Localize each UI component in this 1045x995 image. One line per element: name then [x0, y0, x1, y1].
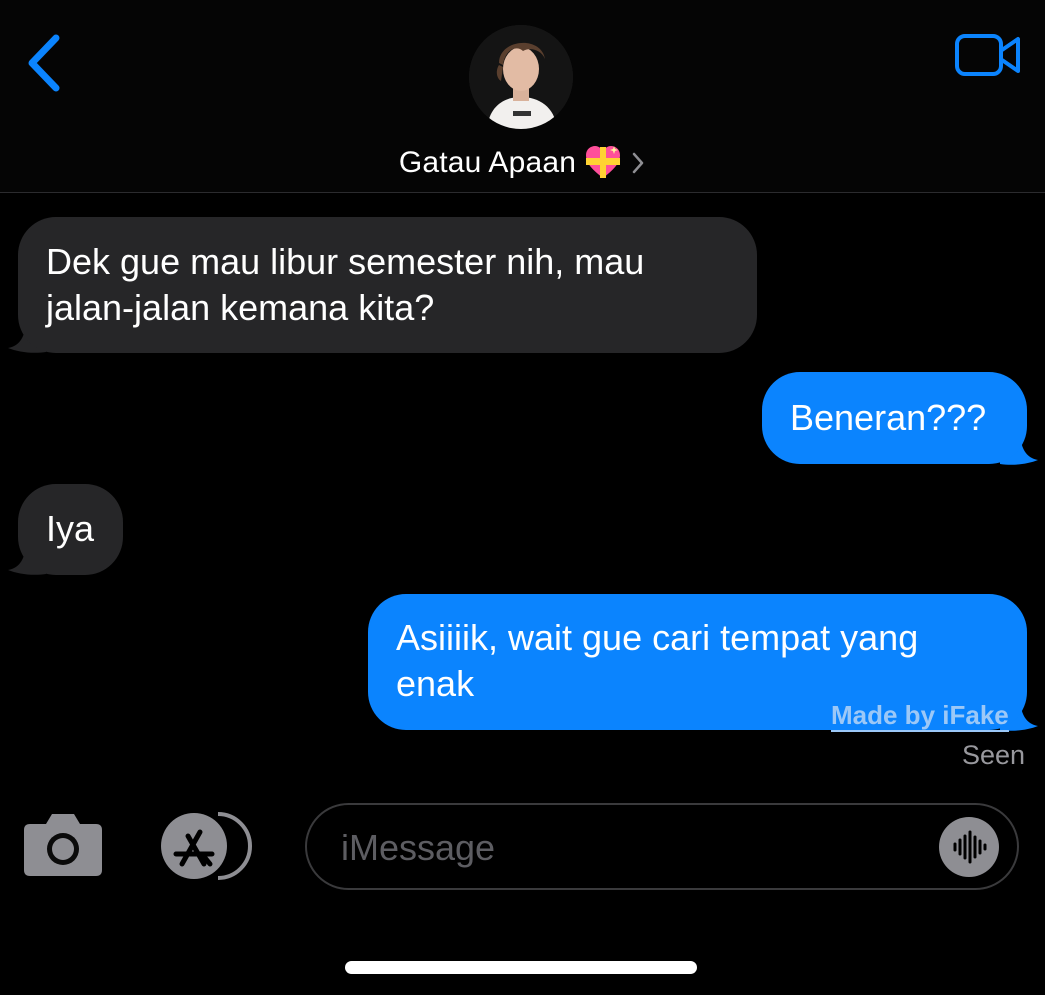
contact-info-row[interactable]: Gatau Apaan — [0, 140, 1045, 186]
chevron-right-icon — [630, 149, 646, 177]
message-text-line: Dek gue mau libur semester nih, mau — [46, 241, 645, 282]
message-text-line: Asiiiik, wait gue cari tempat yang — [396, 617, 919, 658]
messages-screen: Gatau Apaan Dek gue mau libur semester n… — [0, 0, 1045, 995]
contact-avatar[interactable] — [469, 25, 573, 129]
audio-waveform-icon — [953, 830, 987, 864]
input-placeholder: iMessage — [341, 827, 496, 868]
read-receipt: Seen — [961, 740, 1025, 770]
incoming-message-bubble[interactable]: Dek gue mau libur semester nih, mau jala… — [18, 217, 757, 353]
home-indicator[interactable] — [345, 961, 697, 974]
video-camera-icon — [955, 34, 1020, 76]
imessage-input[interactable]: iMessage — [305, 803, 1019, 890]
conversation-header: Gatau Apaan — [0, 0, 1045, 193]
message-text-line: jalan-jalan kemana kita? — [46, 287, 435, 328]
incoming-message-bubble[interactable]: Iya — [18, 484, 123, 575]
message-text-line: Beneran??? — [790, 397, 987, 438]
outgoing-message-bubble[interactable]: Beneran??? — [762, 372, 1027, 464]
chevron-left-icon — [28, 34, 60, 92]
camera-button[interactable] — [22, 812, 104, 878]
contact-name: Gatau Apaan — [398, 146, 577, 179]
video-call-button[interactable] — [954, 32, 1022, 78]
back-button[interactable] — [18, 30, 68, 96]
sparkling-heart-icon — [584, 144, 622, 182]
audio-message-button[interactable] — [939, 817, 999, 877]
message-text-line: Iya — [46, 508, 95, 549]
app-store-icon — [161, 812, 252, 880]
camera-icon — [24, 814, 102, 876]
watermark-link[interactable]: Made by iFake — [831, 700, 1009, 732]
app-store-button[interactable] — [158, 812, 254, 880]
